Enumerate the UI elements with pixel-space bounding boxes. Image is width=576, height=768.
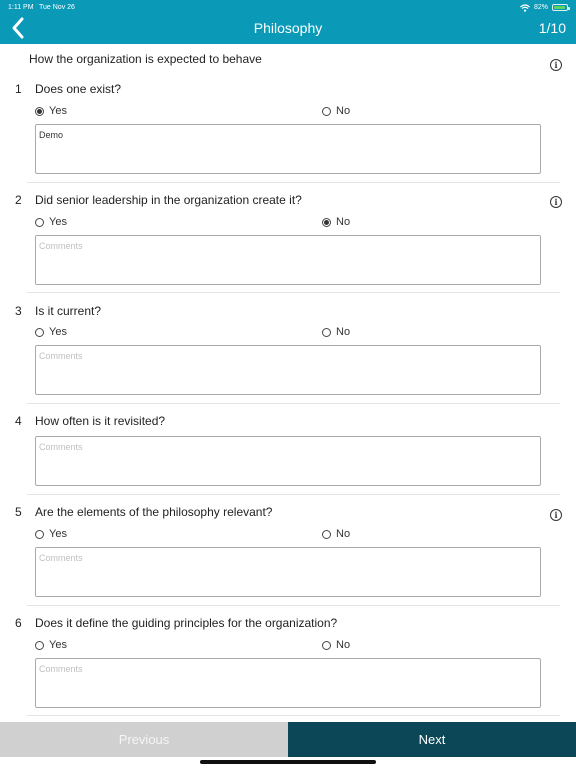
yes-label: Yes: [49, 326, 67, 338]
yes-option[interactable]: Yes: [35, 105, 67, 117]
battery-tip: [568, 6, 570, 10]
question-number: 3: [15, 304, 22, 318]
comment-field[interactable]: Comments: [35, 658, 541, 708]
status-bar: 1:11 PM Tue Nov 26 82%: [8, 2, 570, 13]
question-number: 1: [15, 82, 22, 96]
yes-option[interactable]: Yes: [35, 639, 67, 651]
status-right: 82%: [520, 2, 570, 13]
status-time: 1:11 PM: [8, 4, 34, 11]
no-label: No: [336, 639, 351, 651]
yes-label: Yes: [49, 105, 67, 117]
comment-field[interactable]: Comments: [35, 436, 541, 486]
divider: [27, 605, 560, 606]
yes-label: Yes: [49, 639, 67, 651]
radio-yes-icon[interactable]: [35, 217, 44, 227]
no-label: No: [336, 326, 351, 338]
previous-button[interactable]: Previous: [0, 722, 288, 757]
question-text: Are the elements of the philosophy relev…: [35, 505, 273, 519]
page-title: Philosophy: [253, 20, 323, 36]
yes-option[interactable]: Yes: [35, 216, 67, 228]
footer-bar: Previous Next: [0, 722, 576, 757]
radio-yes-icon[interactable]: [35, 640, 44, 650]
yes-label: Yes: [49, 528, 67, 540]
radio-no-icon[interactable]: [322, 217, 331, 227]
radio-yes-icon[interactable]: [35, 529, 44, 539]
no-label: No: [336, 105, 351, 117]
divider: [27, 494, 560, 495]
radio-no-icon[interactable]: [322, 106, 331, 116]
wifi-icon: [520, 3, 530, 12]
info-icon[interactable]: i: [550, 509, 562, 521]
section-title: How the organization is expected to beha…: [29, 52, 262, 66]
battery-icon: [552, 4, 570, 11]
radio-yes-icon[interactable]: [35, 327, 44, 337]
comment-field[interactable]: Comments: [35, 235, 541, 285]
no-option[interactable]: No: [322, 639, 350, 651]
question-text: Does one exist?: [35, 82, 122, 96]
question-text: Is it current?: [35, 304, 102, 318]
radio-no-icon[interactable]: [322, 640, 331, 650]
divider: [27, 715, 560, 716]
divider: [27, 292, 560, 293]
question-number: 6: [15, 616, 22, 630]
radio-no-icon[interactable]: [322, 327, 331, 337]
divider: [27, 403, 560, 404]
page-indicator: 1/10: [538, 20, 566, 36]
divider: [27, 182, 560, 183]
question-text: Did senior leadership in the organizatio…: [35, 193, 302, 207]
no-option[interactable]: No: [322, 326, 350, 338]
home-indicator[interactable]: [200, 760, 376, 764]
info-icon[interactable]: i: [550, 59, 562, 71]
next-button[interactable]: Next: [288, 722, 576, 757]
comment-field[interactable]: Demo: [35, 124, 541, 174]
question-text: How often is it revisited?: [35, 414, 166, 428]
no-label: No: [336, 216, 351, 228]
comment-field[interactable]: Comments: [35, 547, 541, 597]
header-bar: 1:11 PM Tue Nov 26 82% Philosophy 1/10: [0, 0, 576, 44]
yes-option[interactable]: Yes: [35, 326, 67, 338]
no-option[interactable]: No: [322, 105, 350, 117]
question-text: Does it define the guiding principles fo…: [35, 616, 338, 630]
yes-option[interactable]: Yes: [35, 528, 67, 540]
info-icon[interactable]: i: [550, 196, 562, 208]
no-label: No: [336, 528, 351, 540]
battery-percent: 82%: [533, 4, 548, 11]
question-number: 2: [15, 193, 22, 207]
no-option[interactable]: No: [322, 528, 350, 540]
question-number: 4: [15, 414, 22, 428]
status-date: Tue Nov 26: [39, 4, 75, 11]
battery-fill: [554, 6, 566, 9]
yes-label: Yes: [49, 216, 67, 228]
radio-yes-icon[interactable]: [35, 106, 44, 116]
no-option[interactable]: No: [322, 216, 350, 228]
comment-field[interactable]: Comments: [35, 345, 541, 395]
radio-no-icon[interactable]: [322, 529, 331, 539]
question-number: 5: [15, 505, 22, 519]
